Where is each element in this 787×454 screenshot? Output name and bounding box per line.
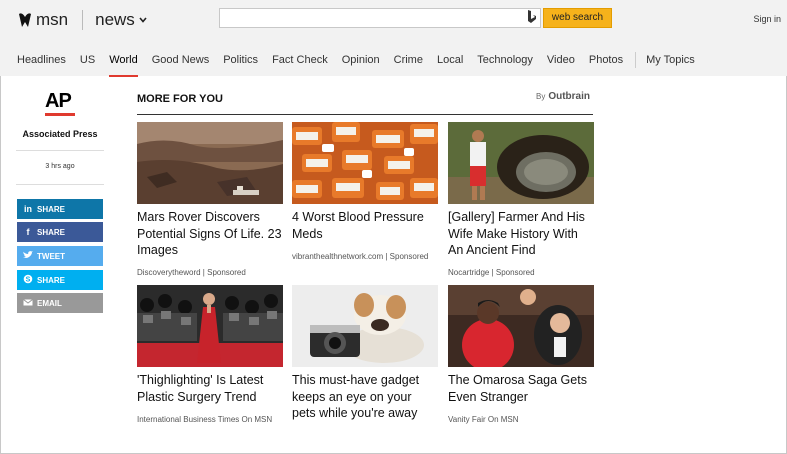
ap-logo-underline xyxy=(45,113,75,116)
article-image[interactable] xyxy=(292,285,438,367)
svg-text:S: S xyxy=(26,277,31,284)
search-input[interactable] xyxy=(219,8,541,28)
article-card[interactable]: 'Thighlighting' Is Latest Plastic Surger… xyxy=(137,285,283,424)
chevron-down-icon[interactable] xyxy=(139,17,147,23)
timestamp: 3 hrs ago xyxy=(45,163,75,170)
divider xyxy=(16,184,104,185)
article-card[interactable]: Mars Rover Discovers Potential Signs Of … xyxy=(137,122,283,277)
article-card[interactable]: [Gallery] Farmer And His Wife Make Histo… xyxy=(448,122,594,277)
article-card[interactable]: 4 Worst Blood Pressure Meds vibranthealt… xyxy=(292,122,438,261)
nav-item-crime[interactable]: Crime xyxy=(394,54,423,68)
article-card[interactable]: This must-have gadget keeps an eye on yo… xyxy=(292,285,438,422)
nav-item-opinion[interactable]: Opinion xyxy=(342,54,380,68)
share-label: SHARE xyxy=(37,227,66,237)
article-title[interactable]: Mars Rover Discovers Potential Signs Of … xyxy=(137,209,283,259)
share-twitter-button[interactable]: TWEET xyxy=(17,246,103,266)
nav-item-technology[interactable]: Technology xyxy=(477,54,533,68)
twitter-icon xyxy=(23,251,33,261)
nav-item-world[interactable]: World xyxy=(109,54,138,77)
article-source: vibranthealthnetwork.com | Sponsored xyxy=(292,252,429,261)
share-facebook-button[interactable]: f SHARE xyxy=(17,222,103,242)
article-title[interactable]: The Omarosa Saga Gets Even Stranger xyxy=(448,372,594,405)
section-name[interactable]: news xyxy=(95,10,135,30)
facebook-icon: f xyxy=(26,227,30,237)
nav-item-photos[interactable]: Photos xyxy=(589,54,623,68)
by-label: By xyxy=(536,92,546,101)
msn-logo[interactable]: msn news xyxy=(17,10,147,30)
nav-bar: Headlines US World Good News Politics Fa… xyxy=(17,52,709,77)
outbrain-attribution[interactable]: By Outbrain xyxy=(536,91,590,102)
linkedin-icon: in xyxy=(24,204,32,214)
share-linkedin-button[interactable]: in SHARE xyxy=(17,199,103,219)
article-source: Vanity Fair On MSN xyxy=(448,415,519,424)
butterfly-icon xyxy=(19,13,31,27)
nav-item-local[interactable]: Local xyxy=(437,54,463,68)
bing-icon xyxy=(528,10,536,23)
article-image[interactable] xyxy=(292,122,438,204)
logo-divider xyxy=(82,10,84,30)
share-email-button[interactable]: EMAIL xyxy=(17,293,103,313)
article-source: Nocartridge | Sponsored xyxy=(448,268,535,277)
nav-item-politics[interactable]: Politics xyxy=(223,54,258,68)
nav-item-fact-check[interactable]: Fact Check xyxy=(272,54,328,68)
divider xyxy=(16,150,104,151)
article-source: International Business Times On MSN xyxy=(137,415,273,424)
email-icon xyxy=(23,298,33,308)
article-image[interactable] xyxy=(137,122,283,204)
share-label: TWEET xyxy=(37,251,65,261)
article-title[interactable]: This must-have gadget keeps an eye on yo… xyxy=(292,372,438,422)
nav-item-headlines[interactable]: Headlines xyxy=(17,54,66,68)
article-card[interactable]: The Omarosa Saga Gets Even Stranger Vani… xyxy=(448,285,594,424)
sign-in-link[interactable]: Sign in xyxy=(753,14,781,24)
article-source: Discoverytheword | Sponsored xyxy=(137,268,246,277)
header-bar: msn news web search Sign in Headlines US… xyxy=(0,0,787,77)
ap-logo[interactable]: AP xyxy=(45,90,72,113)
nav-item-my-topics[interactable]: My Topics xyxy=(646,54,695,68)
share-label: SHARE xyxy=(37,204,66,214)
source-name[interactable]: Associated Press xyxy=(16,129,104,139)
share-skype-button[interactable]: S SHARE xyxy=(17,270,103,290)
share-label: SHARE xyxy=(37,275,66,285)
brand-name: msn xyxy=(36,10,69,29)
article-title[interactable]: [Gallery] Farmer And His Wife Make Histo… xyxy=(448,209,594,259)
article-title[interactable]: 'Thighlighting' Is Latest Plastic Surger… xyxy=(137,372,283,405)
article-image[interactable] xyxy=(137,285,283,367)
heading-rule xyxy=(137,114,593,115)
nav-item-video[interactable]: Video xyxy=(547,54,575,68)
more-for-you-heading: MORE FOR YOU xyxy=(137,93,223,105)
nav-divider xyxy=(635,52,637,68)
nav-item-us[interactable]: US xyxy=(80,54,95,68)
outbrain-logo: Outbrain xyxy=(548,91,591,102)
nav-item-good-news[interactable]: Good News xyxy=(152,54,209,68)
article-image[interactable] xyxy=(448,285,594,367)
article-image[interactable] xyxy=(448,122,594,204)
web-search-button[interactable]: web search xyxy=(543,8,612,28)
article-title[interactable]: 4 Worst Blood Pressure Meds xyxy=(292,209,438,242)
share-label: EMAIL xyxy=(37,298,62,308)
skype-icon: S xyxy=(23,274,33,286)
